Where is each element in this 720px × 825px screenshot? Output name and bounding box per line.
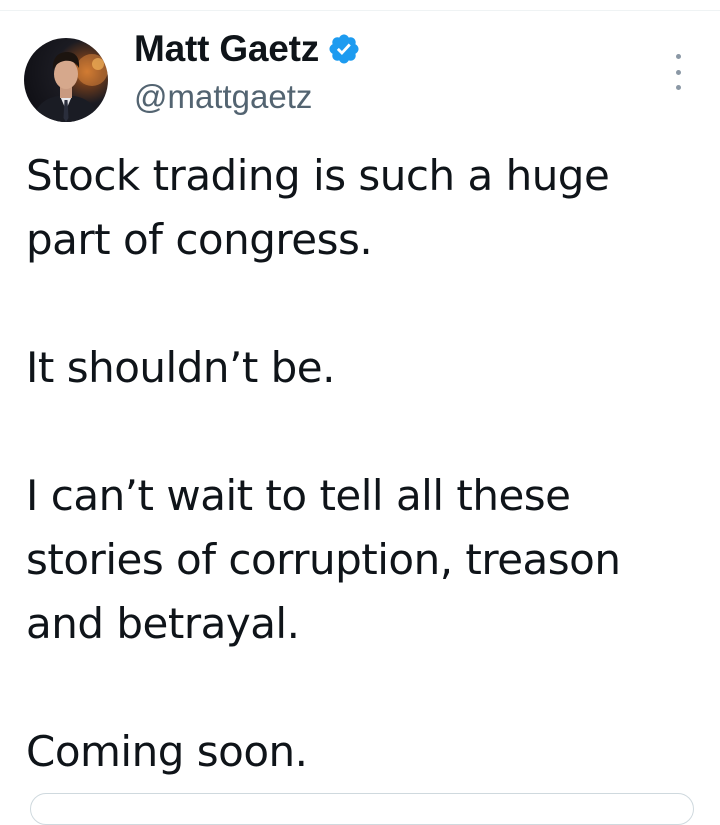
more-dot bbox=[675, 85, 681, 90]
tweet-paragraph: Coming soon. bbox=[26, 727, 308, 776]
author-handle[interactable]: @mattgaetz bbox=[134, 78, 361, 116]
tweet-paragraph: Stock trading is such a huge part of con… bbox=[26, 151, 610, 264]
more-vertical-icon[interactable] bbox=[666, 54, 690, 90]
name-row: Matt Gaetz bbox=[134, 26, 361, 72]
tweet-header: Matt Gaetz @mattgaetz bbox=[134, 26, 361, 116]
more-dot bbox=[675, 54, 681, 59]
tweet-text: Stock trading is such a huge part of con… bbox=[26, 144, 706, 784]
tweet[interactable]: Matt Gaetz @mattgaetz Stock trading is s… bbox=[0, 0, 720, 825]
tweet-paragraph: It shouldn’t be. bbox=[26, 343, 336, 392]
author-display-name[interactable]: Matt Gaetz bbox=[134, 28, 319, 70]
tweet-paragraph: I can’t wait to tell all these stories o… bbox=[26, 471, 621, 648]
avatar-photo bbox=[32, 52, 108, 122]
embedded-card-edge[interactable] bbox=[30, 793, 694, 825]
avatar[interactable] bbox=[24, 38, 108, 122]
verified-badge-icon[interactable] bbox=[327, 32, 361, 66]
more-dot bbox=[675, 69, 681, 75]
